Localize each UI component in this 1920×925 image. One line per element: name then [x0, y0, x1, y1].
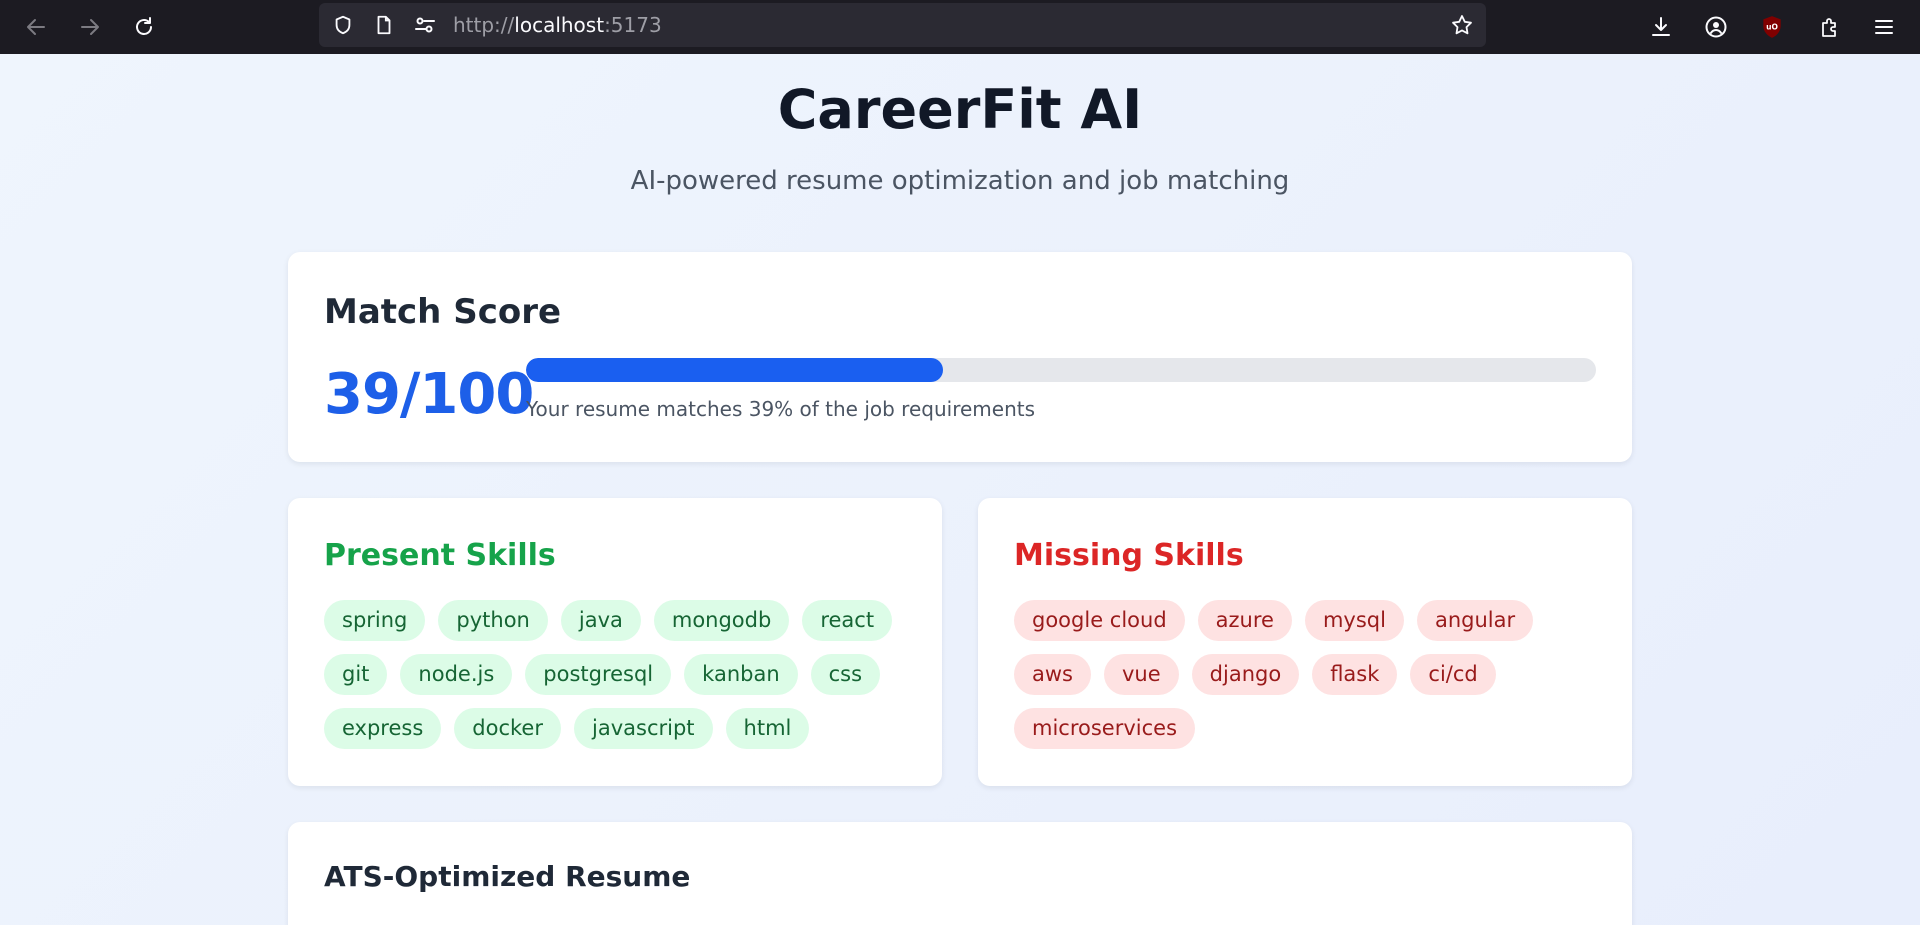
- match-score-heading: Match Score: [324, 292, 562, 332]
- shield-icon[interactable]: [331, 13, 355, 37]
- forward-button[interactable]: [74, 11, 106, 43]
- missing-skills-chip: angular: [1416, 600, 1534, 641]
- present-skills-chip: html: [725, 708, 810, 749]
- match-score-card: Match Score 39/100 Your resume matches 3…: [288, 252, 1632, 462]
- page-content: CareerFit AI AI-powered resume optimizat…: [0, 54, 1920, 925]
- menu-button[interactable]: [1868, 11, 1900, 43]
- account-icon: [1705, 16, 1727, 38]
- extensions-button[interactable]: [1814, 11, 1846, 43]
- present-skills-chip: git: [324, 654, 388, 695]
- back-button[interactable]: [20, 11, 52, 43]
- present-skills-chip: css: [810, 654, 881, 695]
- bookmark-star-icon[interactable]: [1450, 13, 1474, 37]
- present-skills-card: Present Skills spring python java mongodb re…: [288, 498, 942, 786]
- match-progress-track: [526, 358, 1596, 382]
- account-button[interactable]: [1700, 11, 1732, 43]
- missing-skills-chip: django: [1191, 654, 1300, 695]
- missing-skills-chip: flask: [1312, 654, 1398, 695]
- browser-toolbar: http://localhost:5173 uO: [0, 0, 1920, 54]
- present-skills-chip: mongodb: [653, 600, 790, 641]
- ublock-extension-button[interactable]: uO: [1756, 11, 1788, 43]
- present-skills-chip: node.js: [400, 654, 513, 695]
- url-scheme: http://: [453, 13, 515, 37]
- present-skills-chip: docker: [454, 708, 561, 749]
- match-score-value: 39/100: [324, 362, 534, 427]
- missing-skills-card: Missing Skills google cloud azure mysql ang…: [978, 498, 1632, 786]
- missing-skills-chip: aws: [1014, 654, 1091, 695]
- permissions-icon[interactable]: [413, 13, 437, 37]
- present-skills-list: spring python java mongodb react git node.js po…: [324, 600, 904, 749]
- puzzle-icon: [1822, 18, 1836, 37]
- missing-skills-chip: ci/cd: [1410, 654, 1496, 695]
- ublock-shield-icon: uO: [1763, 16, 1781, 38]
- missing-skills-title: Missing Skills: [1014, 538, 1244, 573]
- ats-resume-card: ATS-Optimized Resume: [288, 822, 1632, 925]
- address-bar[interactable]: http://localhost:5173: [319, 3, 1486, 47]
- arrow-right-icon: [81, 19, 99, 35]
- download-icon: [1652, 17, 1670, 36]
- missing-skills-chip: mysql: [1304, 600, 1404, 641]
- present-skills-chip: java: [560, 600, 641, 641]
- page-icon[interactable]: [372, 13, 396, 37]
- present-skills-chip: python: [438, 600, 548, 641]
- present-skills-chip: spring: [324, 600, 426, 641]
- present-skills-chip: express: [324, 708, 442, 749]
- reload-icon: [136, 17, 152, 35]
- missing-skills-chip: vue: [1104, 654, 1179, 695]
- match-progress-fill: [526, 358, 944, 382]
- url-text[interactable]: http://localhost:5173: [453, 3, 662, 47]
- missing-skills-chip: microservices: [1014, 708, 1196, 749]
- missing-skills-list: google cloud azure mysql angular aws vue djang…: [1014, 600, 1594, 749]
- ats-resume-heading: ATS-Optimized Resume: [324, 860, 691, 893]
- present-skills-chip: javascript: [574, 708, 713, 749]
- present-skills-title: Present Skills: [324, 538, 556, 573]
- url-host: localhost: [514, 13, 605, 37]
- downloads-button[interactable]: [1645, 11, 1677, 43]
- svg-text:uO: uO: [1766, 23, 1778, 32]
- missing-skills-chip: google cloud: [1014, 600, 1185, 641]
- present-skills-chip: kanban: [684, 654, 798, 695]
- match-score-caption: Your resume matches 39% of the job requi…: [526, 397, 1036, 421]
- present-skills-chip: react: [802, 600, 893, 641]
- arrow-left-icon: [27, 19, 45, 35]
- app-title: CareerFit AI: [777, 78, 1143, 141]
- app-subtitle: AI-powered resume optimization and job m…: [630, 166, 1290, 196]
- missing-skills-chip: azure: [1197, 600, 1292, 641]
- hamburger-icon: [1875, 20, 1893, 34]
- reload-button[interactable]: [128, 11, 160, 43]
- url-port: :5173: [604, 13, 662, 37]
- present-skills-chip: postgresql: [525, 654, 672, 695]
